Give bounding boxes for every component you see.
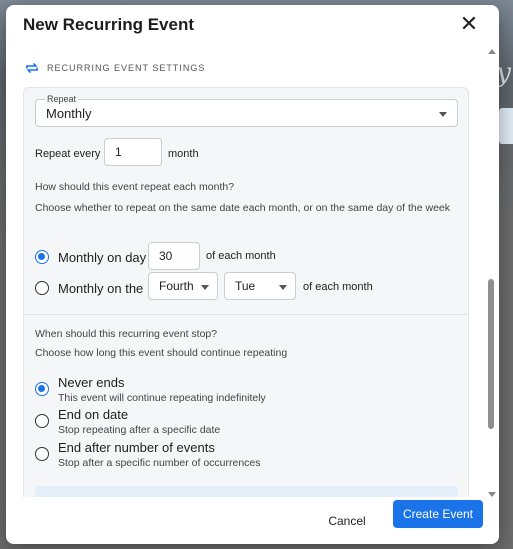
monthly-on-day-label: Monthly on day [58, 250, 147, 265]
chevron-down-icon [279, 285, 287, 290]
monthly-on-the-suffix: of each month [303, 281, 373, 293]
section-heading: RECURRING EVENT SETTINGS [25, 61, 205, 75]
repeat-icon [26, 63, 38, 73]
chevron-down-icon [439, 112, 447, 117]
radio-monthly-on-day[interactable] [35, 250, 49, 264]
info-box [35, 486, 458, 497]
monthly-help: Choose whether to repeat on the same dat… [35, 202, 451, 214]
dialog-title: New Recurring Event [23, 15, 194, 34]
dialog-scrollbar[interactable] [487, 49, 497, 497]
end-option-label: End on date [58, 407, 129, 422]
background-fragment [499, 108, 513, 144]
close-icon[interactable]: ✕ [459, 13, 479, 35]
radio-monthly-on-the[interactable] [35, 281, 49, 295]
repeat-select-label: Repeat [45, 94, 79, 104]
dialog-footer: Cancel Create Event [6, 497, 499, 544]
end-option-sub: Stop repeating after a specific date [58, 424, 221, 436]
settings-card: Monthly Repeat Repeat every 1 month How … [23, 87, 469, 497]
monthly-on-the-label: Monthly on the [58, 281, 144, 296]
repeat-every-unit: month [168, 148, 199, 160]
repeat-select-value: Monthly [46, 106, 92, 121]
weekday-select[interactable]: Tue [224, 272, 296, 300]
end-option-label: End after number of events [58, 440, 215, 455]
radio-never-ends[interactable] [35, 382, 49, 396]
monthly-on-day-suffix: of each month [206, 250, 276, 262]
scroll-up-icon[interactable] [488, 49, 496, 54]
chevron-down-icon [201, 285, 209, 290]
cancel-button[interactable]: Cancel [322, 508, 372, 534]
dialog-body[interactable]: RECURRING EVENT SETTINGS Monthly Repeat … [6, 49, 499, 497]
repeat-select[interactable]: Monthly Repeat [35, 94, 458, 127]
section-heading-label: RECURRING EVENT SETTINGS [47, 63, 206, 73]
monthly-question: How should this event repeat each month? [35, 181, 235, 193]
ordinal-select[interactable]: Fourth [148, 272, 218, 300]
repeat-every-input[interactable]: 1 [104, 138, 162, 166]
ordinal-select-value: Fourth [159, 279, 194, 293]
repeat-select-box[interactable]: Monthly [35, 99, 458, 127]
end-help: Choose how long this event should contin… [35, 347, 288, 359]
radio-end-after-count[interactable] [35, 447, 49, 461]
end-option-sub: Stop after a specific number of occurren… [58, 457, 261, 469]
end-option-sub: This event will continue repeating indef… [58, 392, 266, 404]
radio-end-on-date[interactable] [35, 414, 49, 428]
recurring-event-dialog: New Recurring Event ✕ RECURRING EVENT SE… [6, 5, 499, 544]
repeat-every-label: Repeat every [35, 148, 101, 160]
scroll-thumb[interactable] [488, 279, 494, 429]
create-event-button[interactable]: Create Event [393, 500, 483, 528]
end-option-label: Never ends [58, 375, 125, 390]
end-question: When should this recurring event stop? [35, 328, 218, 340]
divider [24, 314, 468, 315]
day-of-month-input[interactable]: 30 [148, 242, 200, 270]
weekday-select-value: Tue [235, 279, 256, 293]
